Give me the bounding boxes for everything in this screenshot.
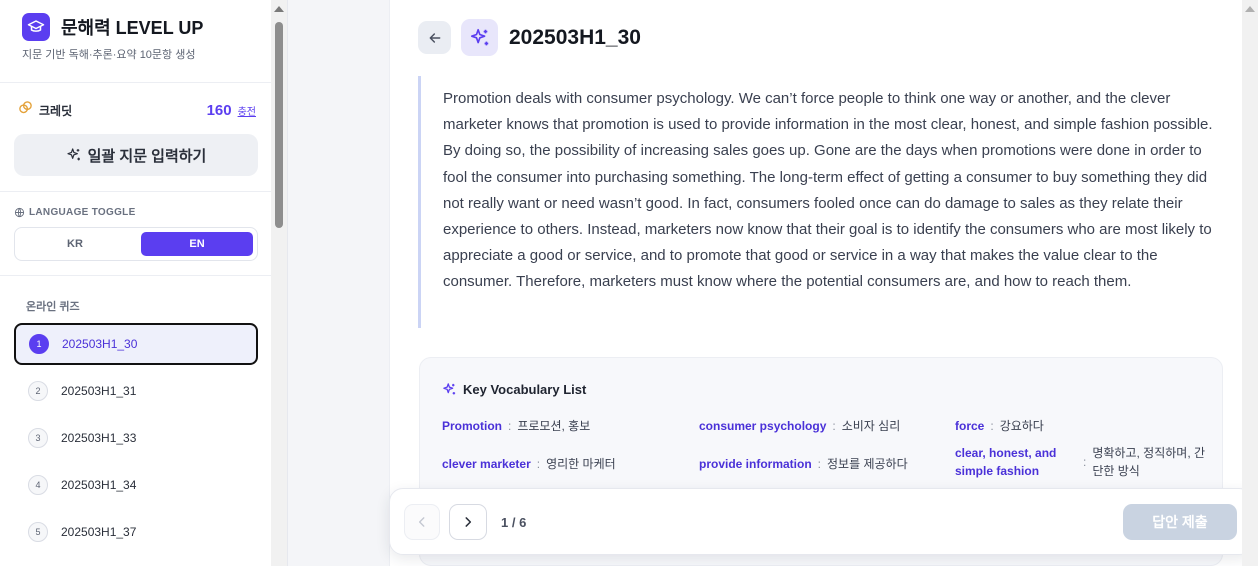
scroll-up-icon[interactable] (1245, 6, 1255, 12)
vocab-definition: 정보를 제공하다 (827, 457, 908, 471)
quiz-number: 4 (28, 475, 48, 495)
vocab-item: Promotion : 프로모션, 홍보 (442, 417, 590, 434)
vocab-item: consumer psychology : 소비자 심리 (699, 417, 900, 434)
vocabulary-title: Key Vocabulary List (442, 382, 586, 397)
brand-subtitle: 지문 기반 독해·추론·요약 10문항 생성 (22, 49, 196, 61)
sparkle-icon (443, 383, 456, 395)
page-scrollbar[interactable] (1242, 0, 1258, 566)
divider (0, 82, 272, 83)
vocab-separator: : (1083, 455, 1087, 469)
vocab-item: provide information : 정보를 제공하다 (699, 455, 908, 472)
vocab-definition: 강요하다 (999, 419, 1044, 433)
lang-en-option[interactable]: EN (141, 232, 253, 256)
divider (0, 275, 272, 276)
vocab-item: clever marketer : 영리한 마케터 (442, 455, 616, 472)
vocab-item: force : 강요하다 (955, 417, 1044, 434)
globe-icon (14, 207, 25, 218)
vocab-definition: 프로모션, 홍보 (517, 419, 591, 433)
credit-value: 160 (206, 101, 232, 119)
passage-text: Promotion deals with consumer psychology… (418, 76, 1226, 328)
sidebar: 문해력 LEVEL UP 지문 기반 독해·추론·요약 10문항 생성 크레딧 … (0, 0, 288, 566)
quiz-label: 202503H1_30 (62, 337, 138, 351)
quiz-list-title: 온라인 퀴즈 (26, 301, 80, 313)
chevron-right-icon (465, 517, 472, 527)
bulk-input-button[interactable]: 일괄 지문 입력하기 (14, 134, 258, 176)
brand: 문해력 LEVEL UP (22, 13, 203, 41)
page-indicator: 1 / 6 (501, 515, 527, 530)
quiz-item[interactable]: 2 202503H1_31 (14, 370, 258, 412)
quiz-label: 202503H1_33 (61, 431, 137, 445)
vocab-separator: : (817, 456, 822, 471)
vocab-definition: 소비자 심리 (841, 419, 901, 433)
vocab-definition: 명확하고, 정직하며, 간단한 방식 (1092, 446, 1206, 478)
bulk-input-label: 일괄 지문 입력하기 (87, 147, 207, 165)
sparkle-icon (67, 148, 80, 161)
scroll-up-icon[interactable] (274, 6, 284, 12)
quiz-label: 202503H1_34 (61, 478, 137, 492)
vocab-item: clear, honest, and simple fashion : 명확하고… (955, 444, 1212, 480)
vocab-separator: : (536, 456, 541, 471)
arrow-left-icon (429, 32, 440, 43)
sparkle-icon (470, 28, 488, 45)
sidebar-scrollbar[interactable] (271, 0, 287, 566)
pagination-bar: 1 / 6 답안 제출 (389, 488, 1253, 555)
quiz-number: 3 (28, 428, 48, 448)
credit-label: 크레딧 (39, 103, 73, 118)
vocab-term: clever marketer (442, 456, 531, 471)
credit-row: 크레딧 160 충전 (18, 100, 256, 120)
vocab-term: force (955, 418, 985, 433)
main-content: 202503H1_30 Promotion deals with consume… (288, 0, 1258, 566)
quiz-item[interactable]: 1 202503H1_30 (14, 323, 258, 365)
quiz-label: 202503H1_31 (61, 384, 137, 398)
vocab-definition: 영리한 마케터 (546, 457, 616, 471)
page-title: 202503H1_30 (509, 26, 641, 49)
vocab-separator: : (832, 418, 836, 433)
vocab-term: clear, honest, and simple fashion (955, 446, 1057, 478)
quiz-number: 5 (28, 522, 48, 542)
brand-title: 문해력 LEVEL UP (61, 18, 204, 38)
chevron-left-icon (418, 517, 425, 527)
passage-card: 202503H1_30 Promotion deals with consume… (389, 0, 1253, 566)
quiz-number: 2 (28, 381, 48, 401)
vocab-term: consumer psychology (699, 418, 827, 433)
credit-charge-link[interactable]: 충전 (238, 103, 256, 118)
quiz-item[interactable]: 3 202503H1_33 (14, 417, 258, 459)
divider (0, 191, 272, 192)
submit-answer-button[interactable]: 답안 제출 (1123, 504, 1237, 540)
vocabulary-title-label: Key Vocabulary List (463, 382, 587, 397)
language-toggle-label: LANGUAGE TOGGLE (29, 207, 136, 218)
vocab-separator: : (508, 418, 512, 433)
coins-icon (18, 100, 33, 120)
lang-kr-option[interactable]: KR (19, 232, 131, 256)
sparkle-badge (461, 19, 498, 56)
quiz-item[interactable]: 5 202503H1_37 (14, 511, 258, 553)
vocab-term: provide information (699, 456, 812, 471)
language-toggle: KR EN (14, 227, 258, 261)
back-button[interactable] (418, 21, 451, 54)
quiz-item[interactable]: 4 202503H1_34 (14, 464, 258, 506)
next-button[interactable] (449, 504, 487, 540)
scroll-thumb[interactable] (275, 22, 283, 228)
language-toggle-title: LANGUAGE TOGGLE (14, 207, 136, 218)
graduation-cap-icon (22, 13, 50, 41)
vocab-separator: : (990, 418, 994, 433)
vocab-term: Promotion (442, 418, 502, 433)
quiz-label: 202503H1_37 (61, 525, 137, 539)
previous-button[interactable] (404, 504, 440, 540)
quiz-number: 1 (29, 334, 49, 354)
app-root: 문해력 LEVEL UP 지문 기반 독해·추론·요약 10문항 생성 크레딧 … (0, 0, 1258, 566)
